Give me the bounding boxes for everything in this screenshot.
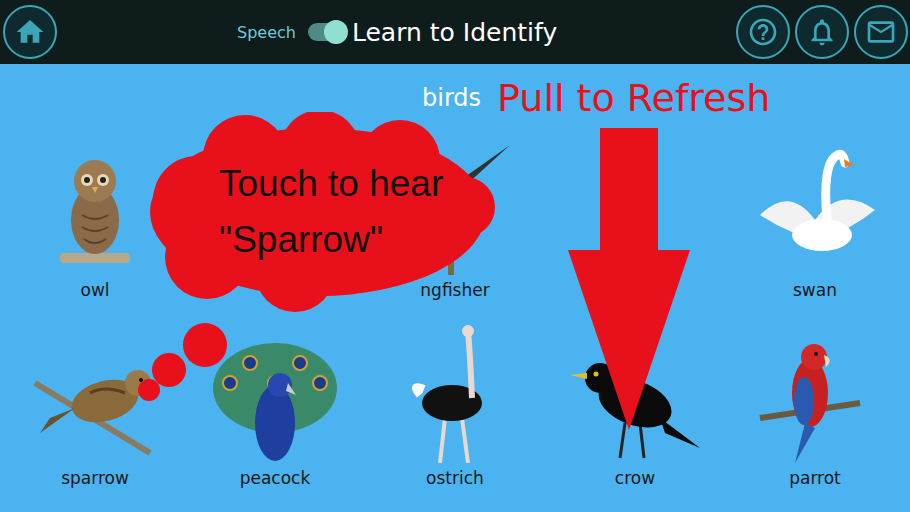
bird-label: sparrow	[61, 467, 129, 489]
speech-label: Speech	[237, 23, 296, 42]
thought-cloud-icon	[135, 112, 495, 412]
home-icon	[14, 16, 46, 48]
bird-tile[interactable]: ostrich	[365, 313, 545, 489]
app-screen: Speech Learn to Identify birds Pull to Refr…	[0, 0, 910, 512]
tooltip-line: Touch to hear	[219, 156, 443, 212]
bird-image	[750, 125, 880, 275]
parrot-icon	[750, 323, 880, 463]
notification-button[interactable]	[795, 5, 849, 59]
mail-icon	[865, 16, 897, 48]
help-icon	[747, 16, 779, 48]
mail-button[interactable]	[854, 5, 908, 59]
help-button[interactable]	[736, 5, 790, 59]
bird-image	[210, 313, 340, 463]
bird-tile[interactable]: swan	[725, 125, 905, 301]
down-arrow-icon	[566, 128, 692, 432]
bird-image	[30, 125, 160, 275]
header-row: birds Pull to Refresh	[5, 74, 905, 122]
bird-label: ngfisher	[420, 279, 489, 301]
bird-label: peacock	[240, 467, 311, 489]
owl-icon	[30, 135, 160, 275]
category-title: birds	[422, 84, 481, 112]
toggle-knob	[324, 20, 348, 44]
tooltip-text: Touch to hear"Sparrow"	[219, 156, 443, 268]
speech-toggle[interactable]	[308, 23, 346, 41]
tooltip-line: "Sparrow"	[219, 212, 443, 268]
refresh-hint: Pull to Refresh	[497, 76, 770, 120]
title-group: Speech Learn to Identify	[237, 18, 557, 47]
screen-title: Learn to Identify	[352, 18, 557, 47]
action-buttons	[736, 5, 908, 59]
swan-icon	[750, 135, 880, 275]
content-area[interactable]: birds Pull to Refresh owl ngfisher swan sparr…	[0, 64, 910, 512]
home-button[interactable]	[3, 5, 57, 59]
top-bar: Speech Learn to Identify	[0, 0, 910, 64]
bird-tile[interactable]: sparrow	[5, 313, 185, 489]
bird-label: crow	[615, 467, 655, 489]
bird-label: swan	[793, 279, 837, 301]
bird-tile[interactable]: parrot	[725, 313, 905, 489]
bird-label: ostrich	[426, 467, 484, 489]
ostrich-icon	[390, 323, 520, 463]
bird-label: owl	[80, 279, 109, 301]
bird-image	[750, 313, 880, 463]
bell-icon	[806, 16, 838, 48]
tooltip-bubble: Touch to hear"Sparrow"	[135, 112, 495, 412]
peacock-icon	[210, 323, 340, 463]
bird-image	[390, 313, 520, 463]
bird-label: parrot	[789, 467, 841, 489]
